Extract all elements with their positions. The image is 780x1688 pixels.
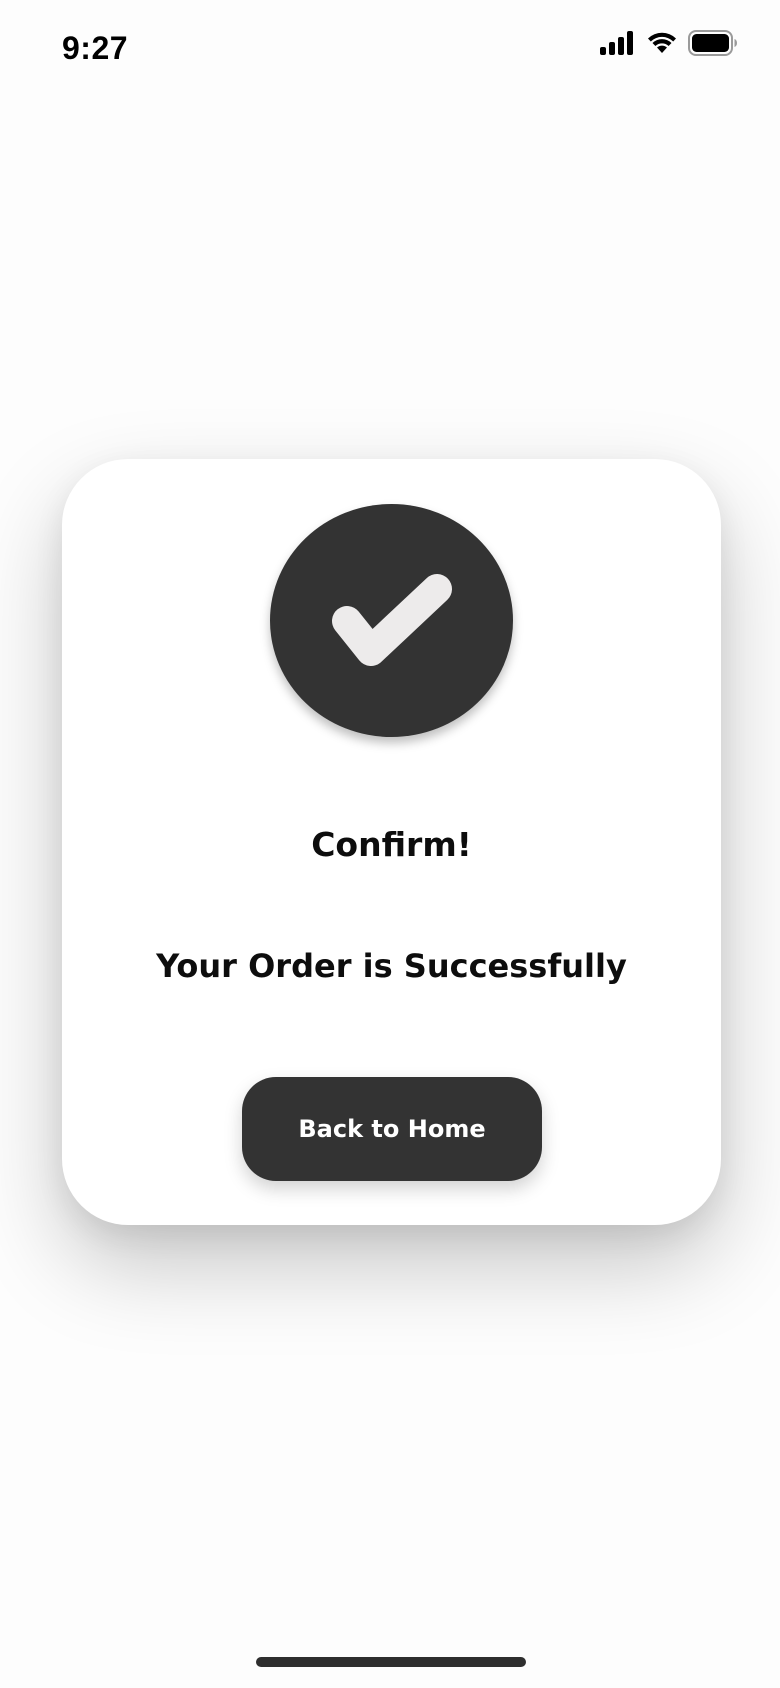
cellular-signal-icon [600, 31, 636, 55]
checkmark-icon [327, 564, 457, 678]
status-icons [600, 30, 738, 56]
back-to-home-button[interactable]: Back to Home [242, 1077, 542, 1181]
home-indicator[interactable] [256, 1657, 526, 1667]
success-badge [270, 504, 513, 737]
order-confirmation-screen: 9:27 Confirm! Your Order is Successfully… [0, 0, 780, 1688]
confirm-title: Confirm! [311, 825, 472, 864]
order-success-message: Your Order is Successfully [156, 947, 627, 985]
status-time: 9:27 [62, 30, 129, 66]
wifi-icon [646, 31, 678, 55]
battery-icon [688, 30, 738, 56]
confirmation-card: Confirm! Your Order is Successfully Back… [62, 459, 721, 1225]
status-bar: 9:27 [0, 0, 780, 100]
